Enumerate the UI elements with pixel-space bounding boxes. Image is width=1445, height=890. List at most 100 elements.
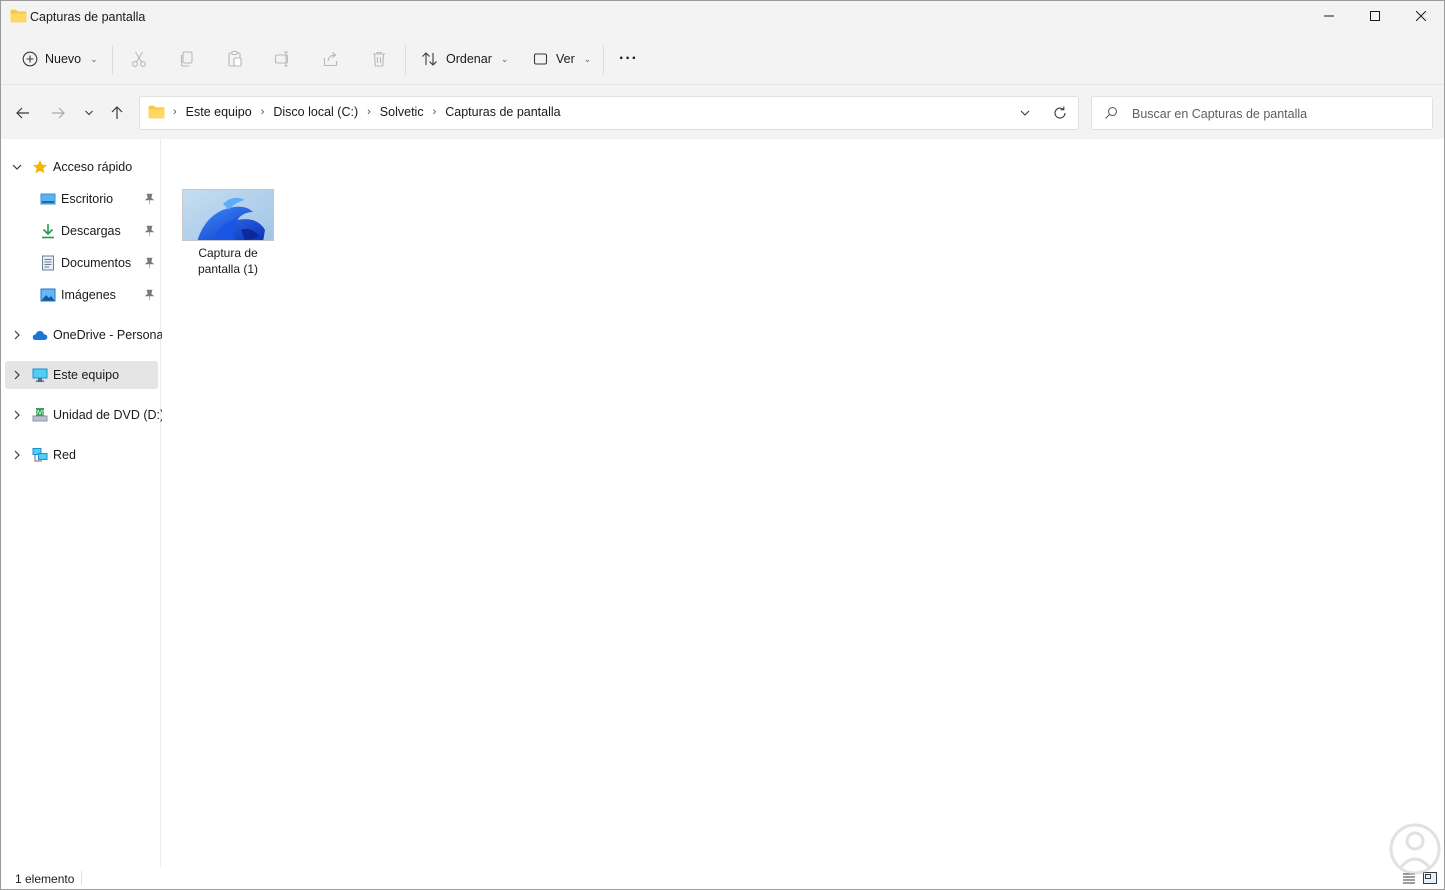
nav-item-downloads[interactable]: Descargas xyxy=(5,217,158,245)
nav-item-documents[interactable]: Documentos xyxy=(5,249,158,277)
nav-label: Documentos xyxy=(61,256,132,270)
toolbar-divider xyxy=(405,45,406,75)
arrow-left-icon xyxy=(16,107,29,119)
file-item[interactable]: Captura de pantalla (1) xyxy=(180,187,276,279)
document-icon xyxy=(42,255,54,271)
sort-label: Ordenar xyxy=(446,52,492,66)
copy-icon xyxy=(180,51,193,67)
new-button[interactable]: Nuevo ⌄ xyxy=(22,45,98,73)
cut-button[interactable] xyxy=(129,49,149,69)
forward-button[interactable] xyxy=(48,103,68,123)
chevron-down-icon: ⌄ xyxy=(583,53,592,64)
navigation-pane: Acceso rápido Escritorio Descargas Docum… xyxy=(1,139,166,867)
chevron-down-icon xyxy=(12,164,22,170)
rename-button[interactable] xyxy=(273,49,293,69)
status-divider xyxy=(81,871,82,885)
back-button[interactable] xyxy=(13,103,33,123)
nav-label: Escritorio xyxy=(61,192,114,206)
trash-icon xyxy=(373,51,385,67)
copy-button[interactable] xyxy=(177,49,197,69)
file-name: Captura de pantalla (1) xyxy=(197,246,259,276)
up-button[interactable] xyxy=(107,103,127,123)
cloud-icon xyxy=(32,330,48,340)
nav-item-desktop[interactable]: Escritorio xyxy=(5,185,158,213)
pictures-icon xyxy=(40,288,56,302)
new-label: Nuevo xyxy=(45,52,82,66)
nav-label: Red xyxy=(53,448,76,462)
nav-item-quick-access[interactable]: Acceso rápido xyxy=(5,153,158,181)
minimize-icon xyxy=(1324,15,1334,17)
chevron-right-icon: › xyxy=(173,106,177,118)
paste-button[interactable] xyxy=(225,49,245,69)
close-icon xyxy=(1416,11,1426,21)
star-icon xyxy=(33,160,47,174)
sort-button[interactable]: Ordenar ⌄ xyxy=(421,45,508,73)
dvd-drive-icon: DVD xyxy=(32,408,48,422)
chevron-right-icon: › xyxy=(432,106,437,118)
refresh-icon[interactable] xyxy=(1052,105,1068,121)
address-bar[interactable]: › Este equipo › Disco local (C:) › Solve… xyxy=(139,96,1079,130)
nav-label: Unidad de DVD (D:) xyxy=(53,408,165,422)
nav-label: Acceso rápido xyxy=(53,160,133,174)
chevron-down-icon: ⌄ xyxy=(500,53,509,64)
rename-icon xyxy=(274,51,289,67)
nav-item-dvd-drive[interactable]: DVD Unidad de DVD (D:) xyxy=(5,401,164,429)
pin-icon xyxy=(144,289,155,301)
pin-icon xyxy=(144,193,155,205)
recent-locations-button[interactable] xyxy=(79,103,99,123)
item-count: 1 elemento xyxy=(15,872,75,886)
search-icon xyxy=(1105,106,1118,119)
nav-label: OneDrive - Personal xyxy=(53,328,167,342)
nav-label: Imágenes xyxy=(61,288,116,302)
scissors-icon xyxy=(132,51,146,67)
window-title: Capturas de pantalla xyxy=(30,10,146,24)
file-explorer-window: Capturas de pantalla Nuevo ⌄ Ordenar ⌄ V… xyxy=(0,0,1445,890)
download-icon xyxy=(42,224,54,239)
file-list: Captura de pantalla (1) xyxy=(162,139,1444,867)
status-bar: 1 elemento xyxy=(1,867,1444,889)
minimize-button[interactable] xyxy=(1306,1,1352,31)
folder-icon xyxy=(148,105,165,119)
arrow-right-icon xyxy=(52,107,65,119)
title-bar: Capturas de pantalla xyxy=(1,1,1444,33)
nav-label: Este equipo xyxy=(53,368,120,382)
more-options-button[interactable]: ··· xyxy=(619,45,638,73)
view-icon xyxy=(533,53,548,65)
close-button[interactable] xyxy=(1398,1,1444,31)
nav-item-pictures[interactable]: Imágenes xyxy=(5,281,158,309)
more-icon: ··· xyxy=(619,50,638,67)
breadcrumb-item[interactable]: Solvetic xyxy=(380,105,424,119)
computer-icon xyxy=(32,368,48,382)
nav-item-network[interactable]: Red xyxy=(5,441,158,469)
nav-item-this-pc[interactable]: Este equipo xyxy=(5,361,158,389)
svg-text:DVD: DVD xyxy=(33,410,47,417)
nav-item-onedrive[interactable]: OneDrive - Personal xyxy=(5,321,166,349)
chevron-right-icon: › xyxy=(260,106,265,118)
toolbar-divider xyxy=(112,45,113,75)
toolbar-divider xyxy=(603,45,604,75)
chevron-right-icon: › xyxy=(367,106,371,118)
image-thumbnail xyxy=(182,189,274,241)
breadcrumb-item[interactable]: Este equipo xyxy=(186,105,252,119)
maximize-icon xyxy=(1370,11,1380,21)
watermark-logo xyxy=(1389,823,1441,875)
delete-button[interactable] xyxy=(369,49,389,69)
chevron-right-icon xyxy=(14,410,20,420)
windows-bloom-thumbnail xyxy=(183,190,273,240)
clipboard-icon xyxy=(228,50,242,67)
maximize-button[interactable] xyxy=(1352,1,1398,31)
command-bar: Nuevo ⌄ Ordenar ⌄ Ver ⌄ ··· xyxy=(1,33,1444,85)
view-button[interactable]: Ver ⌄ xyxy=(533,45,591,73)
navigation-bar: › Este equipo › Disco local (C:) › Solve… xyxy=(1,85,1444,139)
chevron-right-icon xyxy=(14,370,20,380)
share-button[interactable] xyxy=(321,49,341,69)
chevron-down-icon[interactable] xyxy=(1018,106,1032,120)
chevron-right-icon xyxy=(14,450,20,460)
breadcrumb-item[interactable]: Disco local (C:) xyxy=(273,105,358,119)
breadcrumb-item[interactable]: Capturas de pantalla xyxy=(445,105,560,119)
desktop-icon xyxy=(40,193,56,205)
chevron-down-icon: ⌄ xyxy=(90,53,98,64)
search-box[interactable]: Buscar en Capturas de pantalla xyxy=(1091,96,1433,130)
search-placeholder: Buscar en Capturas de pantalla xyxy=(1132,107,1308,121)
chevron-right-icon xyxy=(14,330,20,340)
